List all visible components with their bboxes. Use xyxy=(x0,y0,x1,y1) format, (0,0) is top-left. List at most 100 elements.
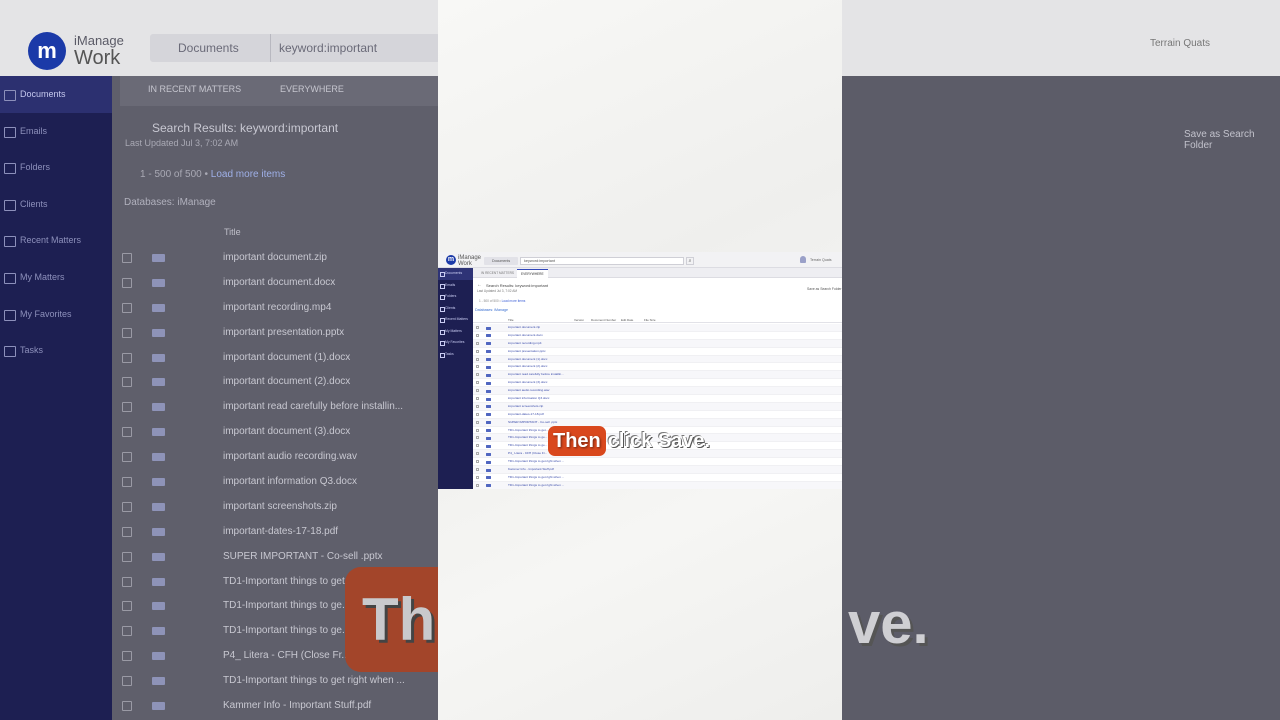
save-search-folder-button[interactable]: Save as Search Folder xyxy=(807,287,842,291)
row-title[interactable]: TD1-Important things to get right when .… xyxy=(508,482,568,489)
load-more-link[interactable]: Load more items xyxy=(502,299,526,303)
bg-row-title: important document (1).docx xyxy=(223,351,351,363)
row-checkbox[interactable] xyxy=(476,381,479,385)
row-title[interactable]: TD1-Important things to get right when .… xyxy=(508,474,568,482)
bg-row-title: important document (2).docx xyxy=(223,376,351,388)
row-checkbox[interactable] xyxy=(476,460,479,464)
bg-brand: iManage Work xyxy=(74,33,124,69)
bg-tab: IN RECENT MATTERS xyxy=(148,84,242,94)
tab-everywhere[interactable]: EVERYWHERE xyxy=(517,269,548,278)
table-row[interactable]: important recording.mp4 xyxy=(473,339,842,348)
bg-row-title: important read carefully before installi… xyxy=(223,401,404,413)
row-checkbox[interactable] xyxy=(476,436,479,440)
row-title[interactable]: important document (2).docx xyxy=(508,363,568,371)
col-edit-date[interactable]: Edit Date xyxy=(621,318,633,322)
row-title[interactable]: important document (3).docx xyxy=(508,379,568,387)
row-title[interactable]: important-dates-17-18.pdf xyxy=(508,411,568,419)
bg-row: important document (3).docx xyxy=(112,420,440,445)
bg-row: SUPER IMPORTANT - Co-sell .pptx xyxy=(112,545,440,570)
bg-logo-icon: m xyxy=(28,32,66,70)
table-row[interactable]: TD1-Important things to get right when .… xyxy=(473,481,842,489)
sidebar-item-my-matters[interactable]: My Matters xyxy=(438,326,473,338)
row-title[interactable]: important document (1).docx xyxy=(508,356,568,364)
row-checkbox[interactable] xyxy=(476,404,479,408)
row-checkbox[interactable] xyxy=(476,341,479,345)
row-checkbox[interactable] xyxy=(476,397,479,401)
row-checkbox[interactable] xyxy=(476,452,479,456)
sidebar-item-tasks[interactable]: Tasks xyxy=(438,349,473,361)
table-row[interactable]: important-dates-17-18.pdf xyxy=(473,411,842,419)
table-row[interactable]: important document (1).docx xyxy=(473,355,842,364)
tab-recent-matters[interactable]: IN RECENT MATTERS xyxy=(477,269,518,278)
file-type-icon xyxy=(486,484,491,488)
bg-row-checkbox xyxy=(122,427,132,438)
row-title[interactable]: important read carefully before installi… xyxy=(508,371,568,379)
row-checkbox[interactable] xyxy=(476,468,479,472)
row-title[interactable]: important presentation.pptx xyxy=(508,348,568,356)
row-title[interactable]: important recording.mp4 xyxy=(508,340,568,348)
sidebar-item-my-favorites[interactable]: My Favorites xyxy=(438,337,473,349)
row-title[interactable]: important document.docx xyxy=(508,332,568,340)
table-row[interactable]: important screenshots.zip xyxy=(473,402,842,411)
search-scope-dropdown[interactable]: Documents xyxy=(484,257,518,265)
sidebar-item-folders[interactable]: Folders xyxy=(438,291,473,303)
file-type-icon xyxy=(486,326,491,330)
table-row[interactable]: important document (2).docx xyxy=(473,363,842,372)
table-row[interactable]: important document.docx xyxy=(473,332,842,340)
sidebar-item-documents[interactable]: Documents xyxy=(438,268,473,280)
bg-row-title: important-dates-17-18.pdf xyxy=(223,525,339,537)
search-icon[interactable]: ⌕ xyxy=(686,257,694,265)
table-row[interactable]: TD1-Important things to get right when .… xyxy=(473,458,842,467)
row-checkbox[interactable] xyxy=(476,373,479,377)
row-title[interactable]: TD1-Important things to get right when .… xyxy=(508,458,568,466)
table-row[interactable]: important read carefully before installi… xyxy=(473,371,842,380)
bg-file-icon xyxy=(152,403,165,412)
database-label[interactable]: Databases: iManage xyxy=(475,308,508,312)
row-checkbox[interactable] xyxy=(476,420,479,424)
row-checkbox[interactable] xyxy=(476,428,479,432)
row-checkbox[interactable] xyxy=(476,349,479,353)
table-row[interactable]: important document (3).docx xyxy=(473,379,842,388)
sidebar-item-emails[interactable]: Emails xyxy=(438,280,473,292)
sidebar-item-clients[interactable]: Clients xyxy=(438,303,473,315)
row-title[interactable]: Kammer Info - Important Stuff.pdf xyxy=(508,466,568,474)
row-checkbox[interactable] xyxy=(476,365,479,369)
col-doc-number[interactable]: Document Number xyxy=(591,318,616,322)
row-title[interactable]: important information Q3.docx xyxy=(508,395,568,403)
row-checkbox[interactable] xyxy=(476,326,479,329)
row-checkbox[interactable] xyxy=(476,483,479,487)
row-checkbox[interactable] xyxy=(476,475,479,479)
table-row[interactable]: important presentation.pptx xyxy=(473,348,842,356)
table-row[interactable]: TD1-Important things to get right when .… xyxy=(473,474,842,482)
sidebar-item-recent-matters[interactable]: Recent Matters xyxy=(438,314,473,326)
row-checkbox[interactable] xyxy=(476,412,479,416)
row-checkbox[interactable] xyxy=(476,333,479,337)
bg-sidebar-item: My Favorites xyxy=(0,296,112,333)
col-file-size[interactable]: File Size xyxy=(644,318,656,322)
table-row[interactable]: important document.zip xyxy=(473,324,842,332)
row-checkbox[interactable] xyxy=(476,444,479,448)
row-title[interactable]: important screenshots.zip xyxy=(508,403,568,411)
user-menu[interactable]: Terrain Quats xyxy=(810,258,832,262)
table-row[interactable]: important information Q3.docx xyxy=(473,395,842,403)
file-type-icon xyxy=(486,389,491,393)
bg-file-icon xyxy=(152,478,165,487)
col-title[interactable]: Title xyxy=(508,318,514,322)
bg-row-title: SUPER IMPORTANT - Co-sell .pptx xyxy=(223,550,383,562)
back-arrow-icon[interactable]: ← xyxy=(477,283,482,288)
top-bar: m iManage Work Documents keyword:importan… xyxy=(438,252,842,268)
row-checkbox[interactable] xyxy=(476,357,479,361)
table-row[interactable]: important audio recording.wav xyxy=(473,387,842,396)
table-row[interactable]: Kammer Info - Important Stuff.pdf xyxy=(473,466,842,474)
notifications-icon[interactable] xyxy=(800,256,806,263)
file-type-icon xyxy=(486,429,491,433)
file-type-icon xyxy=(486,342,491,346)
search-input[interactable]: keyword:important xyxy=(520,257,684,265)
bg-row-title: important document (3).docx xyxy=(223,426,351,438)
row-title[interactable]: important document.zip xyxy=(508,324,568,332)
bg-search: Documents keyword:important xyxy=(150,34,440,62)
row-title[interactable]: important audio recording.wav xyxy=(508,387,568,395)
col-version[interactable]: Version xyxy=(574,318,584,322)
bg-file-icon xyxy=(152,254,165,262)
row-checkbox[interactable] xyxy=(476,389,479,393)
